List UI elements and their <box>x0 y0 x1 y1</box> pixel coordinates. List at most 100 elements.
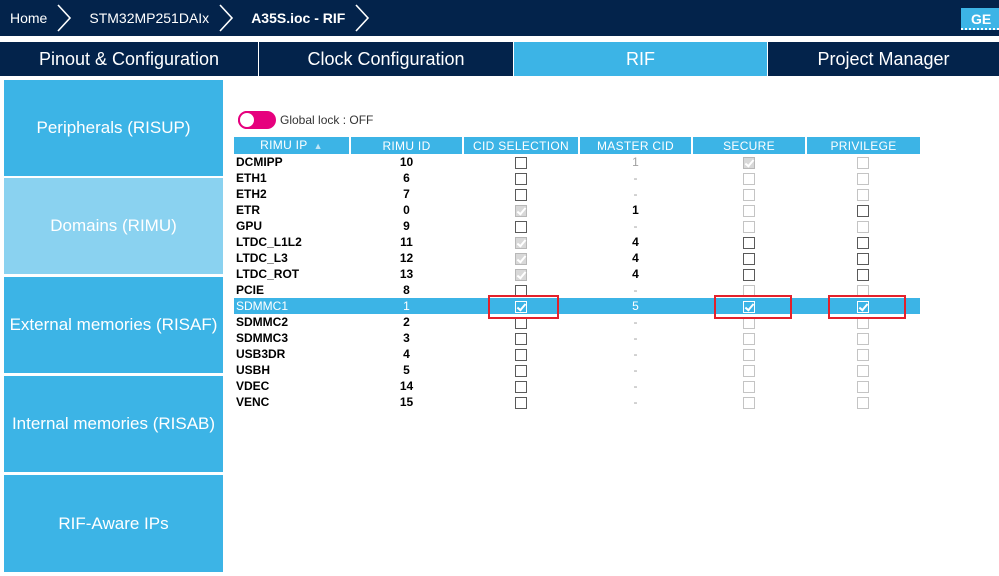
column-header-rimu-id[interactable]: RIMU ID <box>350 137 464 154</box>
cid-selection-cell <box>463 266 579 282</box>
rimu-id-cell: 15 <box>399 395 414 409</box>
column-header-master-cid[interactable]: MASTER CID <box>579 137 693 154</box>
sidebar-item-peripherals-risup[interactable]: Peripherals (RISUP) <box>4 80 223 176</box>
table-row[interactable]: VDEC 14 - <box>234 378 920 394</box>
cid-selection-cell <box>463 250 579 266</box>
privilege-checkbox[interactable] <box>857 268 869 281</box>
breadcrumb-device[interactable]: STM32MP251DAIx <box>77 0 239 36</box>
cid-selection-cell <box>463 170 579 186</box>
rimu-id-cell: 0 <box>403 203 410 217</box>
master-cid-cell[interactable]: 1 <box>579 202 692 218</box>
table-row[interactable]: ETH1 6 - <box>234 170 920 186</box>
highlight-box-cid-selection <box>488 295 559 319</box>
table-row[interactable]: PCIE 8 - <box>234 282 920 298</box>
cid-selection-cell <box>463 154 579 170</box>
table-header-row: RIMU IP ▲ RIMU ID CID SELECTION MASTER CI… <box>234 137 920 154</box>
master-cid-cell[interactable]: 4 <box>579 250 692 266</box>
rimu-id-cell: 10 <box>399 155 414 169</box>
master-cid-cell[interactable]: 5 <box>579 298 692 314</box>
chevron-right-icon <box>57 4 72 32</box>
secure-checkbox <box>743 188 755 201</box>
cid-selection-checkbox[interactable] <box>515 220 527 233</box>
column-header-privilege[interactable]: PRIVILEGE <box>806 137 920 154</box>
cid-selection-checkbox[interactable] <box>515 172 527 185</box>
generate-code-button[interactable]: GE <box>961 8 999 30</box>
master-cid-cell[interactable]: 4 <box>579 234 692 250</box>
global-lock-toggle[interactable] <box>238 111 276 129</box>
rimu-table-body: DCMIPP 10 1 ETH1 6- ETH2 7- ETR 0 1 GPU 9- LTDC_L1L2… <box>234 154 920 410</box>
cid-selection-checkbox[interactable] <box>515 396 527 409</box>
secure-cell <box>692 378 806 394</box>
rimu-ip-cell: USBH <box>236 363 271 377</box>
cid-selection-checkbox <box>515 204 527 217</box>
secure-checkbox[interactable] <box>743 252 755 265</box>
toggle-knob <box>238 111 256 129</box>
table-row[interactable]: LTDC_L1L2 11 4 <box>234 234 920 250</box>
sidebar-item-external-memories-risaf[interactable]: External memories (RISAF) <box>4 277 223 373</box>
privilege-checkbox <box>857 380 869 393</box>
rimu-table: RIMU IP ▲ RIMU ID CID SELECTION MASTER CI… <box>234 137 920 410</box>
master-cid-cell: - <box>633 331 638 345</box>
privilege-checkbox <box>857 332 869 345</box>
tab-rif[interactable]: RIF <box>514 42 768 76</box>
rimu-ip-cell: SDMMC1 <box>234 298 350 314</box>
rimu-ip-cell: LTDC_L1L2 <box>236 235 302 249</box>
rimu-ip-cell: VDEC <box>236 379 270 393</box>
secure-checkbox[interactable] <box>743 236 755 249</box>
table-row[interactable]: GPU 9 - <box>234 218 920 234</box>
table-row[interactable]: VENC 15 - <box>234 394 920 410</box>
cid-selection-cell <box>463 186 579 202</box>
cid-selection-checkbox[interactable] <box>515 156 527 169</box>
cid-selection-checkbox[interactable] <box>515 364 527 377</box>
privilege-checkbox <box>857 364 869 377</box>
cid-selection-cell <box>463 330 579 346</box>
master-cid-cell[interactable]: 4 <box>579 266 692 282</box>
cid-selection-checkbox[interactable] <box>515 348 527 361</box>
table-row[interactable]: SDMMC2 2 - <box>234 314 920 330</box>
cid-selection-checkbox[interactable] <box>515 380 527 393</box>
breadcrumb-project[interactable]: A35S.ioc - RIF <box>239 0 375 36</box>
secure-checkbox <box>743 332 755 345</box>
table-row[interactable]: USB3DR 4 - <box>234 346 920 362</box>
table-row[interactable]: ETR 0 1 <box>234 202 920 218</box>
sort-ascending-icon: ▲ <box>313 141 323 151</box>
sidebar-item-rif-aware-ips[interactable]: RIF-Aware IPs <box>4 475 223 572</box>
privilege-cell <box>806 362 920 378</box>
breadcrumb-home[interactable]: Home <box>0 0 77 36</box>
table-row[interactable]: ETH2 7 - <box>234 186 920 202</box>
privilege-checkbox[interactable] <box>857 252 869 265</box>
secure-checkbox <box>743 156 755 169</box>
privilege-checkbox <box>857 188 869 201</box>
column-header-rimu-ip[interactable]: RIMU IP ▲ <box>234 137 351 154</box>
tab-clock-configuration[interactable]: Clock Configuration <box>259 42 514 76</box>
cid-selection-checkbox[interactable] <box>515 332 527 345</box>
column-header-label: RIMU IP <box>260 138 308 152</box>
tab-project-manager[interactable]: Project Manager <box>768 42 999 76</box>
rimu-ip-cell: SDMMC2 <box>236 315 289 329</box>
sidebar-item-internal-memories-risab[interactable]: Internal memories (RISAB) <box>4 376 223 472</box>
cid-selection-cell <box>463 234 579 250</box>
table-row[interactable]: USBH 5 - <box>234 362 920 378</box>
secure-checkbox[interactable] <box>743 268 755 281</box>
table-row[interactable]: DCMIPP 10 1 <box>234 154 920 170</box>
tab-pinout-configuration[interactable]: Pinout & Configuration <box>0 42 259 76</box>
column-header-cid-selection[interactable]: CID SELECTION <box>463 137 580 154</box>
breadcrumb-device-label: STM32MP251DAIx <box>89 10 210 26</box>
sidebar-item-domains-rimu[interactable]: Domains (RIMU) <box>4 178 223 274</box>
table-row[interactable]: LTDC_ROT 13 4 <box>234 266 920 282</box>
cid-selection-checkbox[interactable] <box>515 188 527 201</box>
table-row[interactable]: SDMMC3 3 - <box>234 330 920 346</box>
column-header-secure[interactable]: SECURE <box>692 137 807 154</box>
cid-selection-checkbox <box>515 252 527 265</box>
rimu-ip-cell: ETR <box>236 203 260 217</box>
secure-cell <box>692 330 806 346</box>
rimu-ip-cell: LTDC_ROT <box>236 267 300 281</box>
rimu-id-cell: 4 <box>403 347 410 361</box>
table-row[interactable]: LTDC_L3 12 4 <box>234 250 920 266</box>
privilege-cell <box>806 266 920 282</box>
privilege-checkbox[interactable] <box>857 236 869 249</box>
rimu-ip-cell: VENC <box>236 395 270 409</box>
privilege-checkbox[interactable] <box>857 204 869 217</box>
table-row[interactable]: SDMMC1 1 5 <box>234 298 920 314</box>
secure-cell <box>692 266 806 282</box>
